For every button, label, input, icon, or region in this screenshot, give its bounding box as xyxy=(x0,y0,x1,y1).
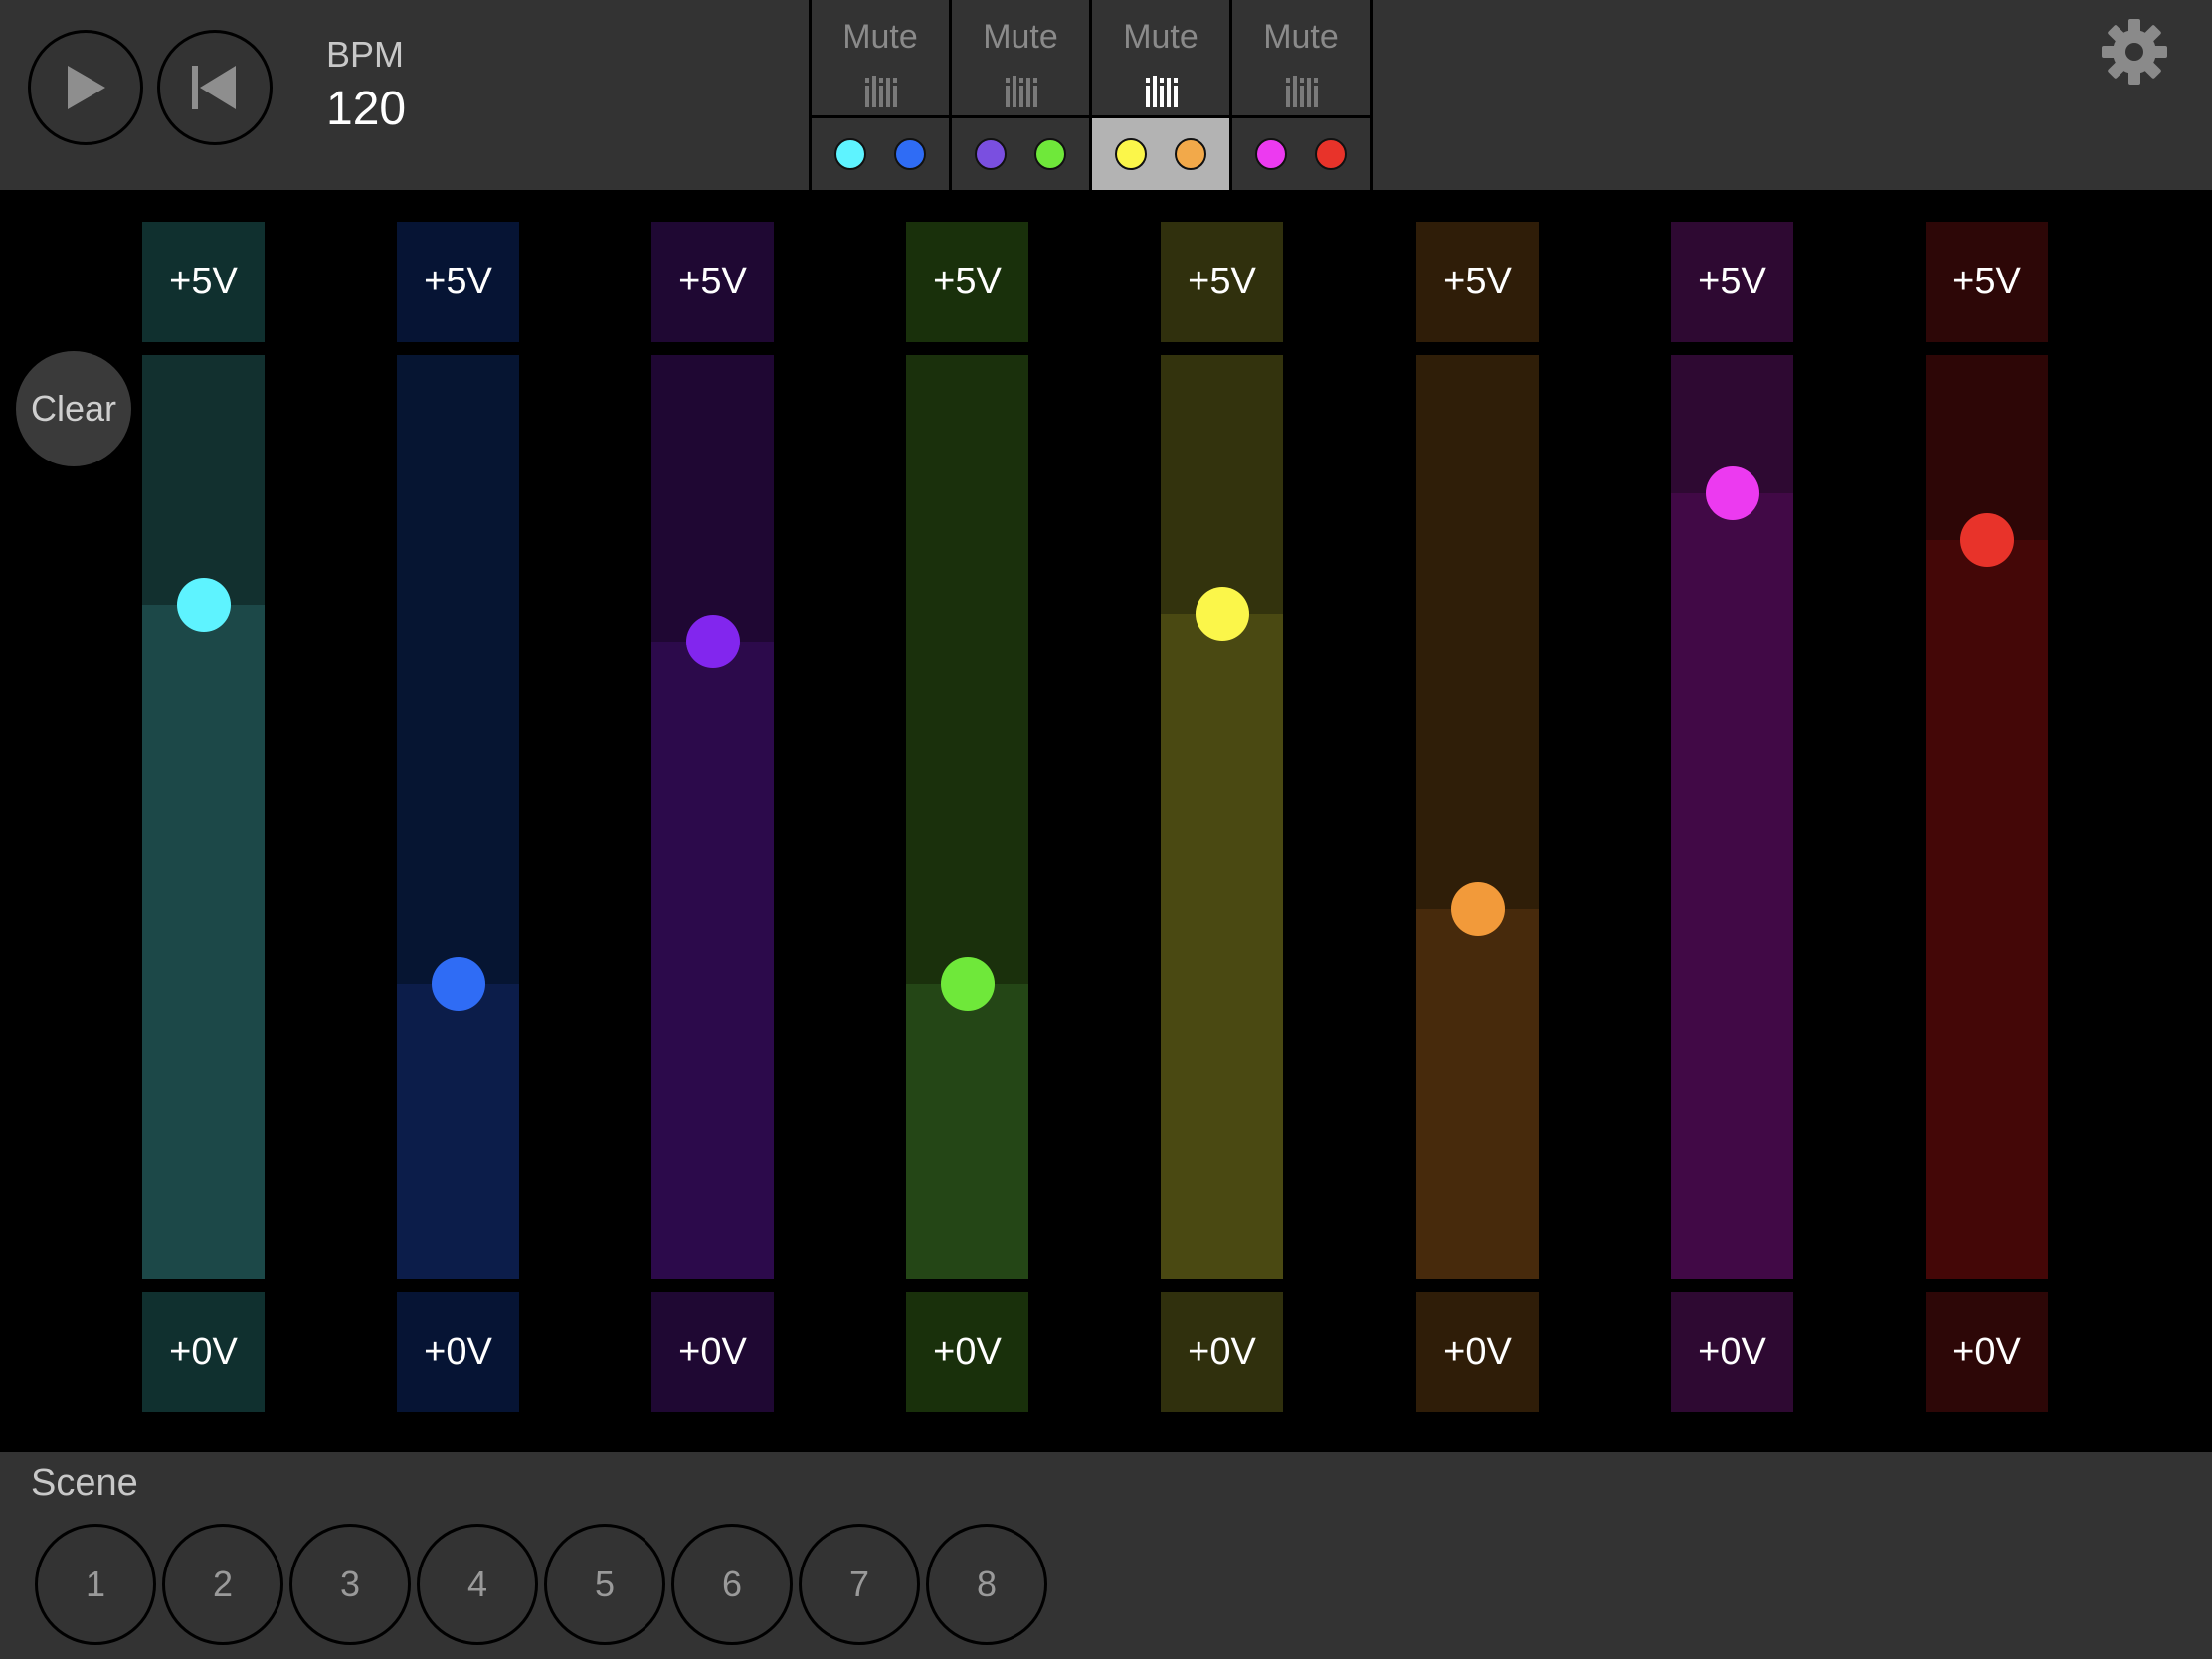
cv-slider-knob[interactable] xyxy=(431,956,485,1011)
cv-channel-5: +5V +0V xyxy=(1161,0,1283,1452)
cv-channel-3: +5V +0V xyxy=(651,0,774,1452)
min-voltage-label[interactable]: +0V xyxy=(651,1292,774,1412)
scene-bar: Scene 12345678 xyxy=(0,1452,2212,1659)
min-voltage-label[interactable]: +0V xyxy=(142,1292,265,1412)
cv-slider-knob[interactable] xyxy=(1450,882,1505,937)
cv-slider-track[interactable] xyxy=(651,355,774,1279)
channel-color-dot[interactable] xyxy=(1115,138,1147,170)
cv-slider-knob[interactable] xyxy=(685,614,740,668)
max-voltage-label[interactable]: +5V xyxy=(1671,222,1793,342)
scene-button-2[interactable]: 2 xyxy=(162,1524,283,1645)
scene-button-7[interactable]: 7 xyxy=(799,1524,920,1645)
min-voltage-label[interactable]: +0V xyxy=(1161,1292,1283,1412)
clear-button[interactable]: Clear xyxy=(16,351,131,466)
cv-slider-track[interactable] xyxy=(1926,355,2048,1279)
cv-slider-knob[interactable] xyxy=(176,577,231,632)
sequencer-icon[interactable] xyxy=(1284,76,1318,107)
channel-color-dot[interactable] xyxy=(834,138,866,170)
cv-slider-fill xyxy=(397,983,519,1279)
max-voltage-label[interactable]: +5V xyxy=(906,222,1028,342)
bpm-label: BPM xyxy=(326,34,405,75)
cv-slider-fill xyxy=(1161,614,1283,1279)
play-icon xyxy=(68,66,105,109)
transport-header: BPM 120 Mute Mute Mute Mute xyxy=(0,0,2212,190)
scene-button-6[interactable]: 6 xyxy=(671,1524,793,1645)
max-voltage-label[interactable]: +5V xyxy=(1926,222,2048,342)
cv-slider-knob[interactable] xyxy=(940,956,995,1011)
scene-label: Scene xyxy=(31,1462,138,1504)
min-voltage-label[interactable]: +0V xyxy=(1926,1292,2048,1412)
cv-slider-fill xyxy=(1416,909,1539,1279)
cv-slider-track[interactable] xyxy=(1671,355,1793,1279)
cv-slider-fill xyxy=(142,604,265,1279)
scene-button-1[interactable]: 1 xyxy=(35,1524,156,1645)
cv-slider-track[interactable] xyxy=(1161,355,1283,1279)
channel-color-dot[interactable] xyxy=(1315,138,1347,170)
cv-slider-fill xyxy=(651,642,774,1279)
gear-icon[interactable] xyxy=(2101,18,2168,86)
bpm-value[interactable]: 120 xyxy=(326,82,406,136)
scene-button-5[interactable]: 5 xyxy=(544,1524,665,1645)
play-button[interactable] xyxy=(28,30,143,145)
min-voltage-label[interactable]: +0V xyxy=(906,1292,1028,1412)
cv-slider-knob[interactable] xyxy=(1959,512,2014,567)
min-voltage-label[interactable]: +0V xyxy=(1671,1292,1793,1412)
max-voltage-label[interactable]: +5V xyxy=(1161,222,1283,342)
cv-channel-8: +5V +0V xyxy=(1926,0,2048,1452)
cv-channel-1: +5V +0V xyxy=(142,0,265,1452)
cv-slider-track[interactable] xyxy=(1416,355,1539,1279)
cv-slider-fill xyxy=(1926,539,2048,1279)
cv-channel-4: +5V +0V xyxy=(906,0,1028,1452)
max-voltage-label[interactable]: +5V xyxy=(651,222,774,342)
channel-color-dot[interactable] xyxy=(1034,138,1066,170)
scene-button-8[interactable]: 8 xyxy=(926,1524,1047,1645)
min-voltage-label[interactable]: +0V xyxy=(1416,1292,1539,1412)
cv-slider-knob[interactable] xyxy=(1195,587,1249,642)
cv-channel-2: +5V +0V xyxy=(397,0,519,1452)
channel-group-tabs: Mute Mute Mute Mute xyxy=(809,0,1373,190)
cv-channel-7: +5V +0V xyxy=(1671,0,1793,1452)
cv-slider-track[interactable] xyxy=(397,355,519,1279)
sequencer-icon[interactable] xyxy=(863,76,897,107)
min-voltage-label[interactable]: +0V xyxy=(397,1292,519,1412)
max-voltage-label[interactable]: +5V xyxy=(1416,222,1539,342)
cv-slider-fill xyxy=(1671,493,1793,1279)
cv-slider-fill xyxy=(906,983,1028,1279)
cv-slider-track[interactable] xyxy=(906,355,1028,1279)
scene-button-3[interactable]: 3 xyxy=(289,1524,411,1645)
cv-channel-6: +5V +0V xyxy=(1416,0,1539,1452)
scene-button-4[interactable]: 4 xyxy=(417,1524,538,1645)
max-voltage-label[interactable]: +5V xyxy=(397,222,519,342)
cv-slider-track[interactable] xyxy=(142,355,265,1279)
max-voltage-label[interactable]: +5V xyxy=(142,222,265,342)
cv-slider-knob[interactable] xyxy=(1705,466,1759,521)
